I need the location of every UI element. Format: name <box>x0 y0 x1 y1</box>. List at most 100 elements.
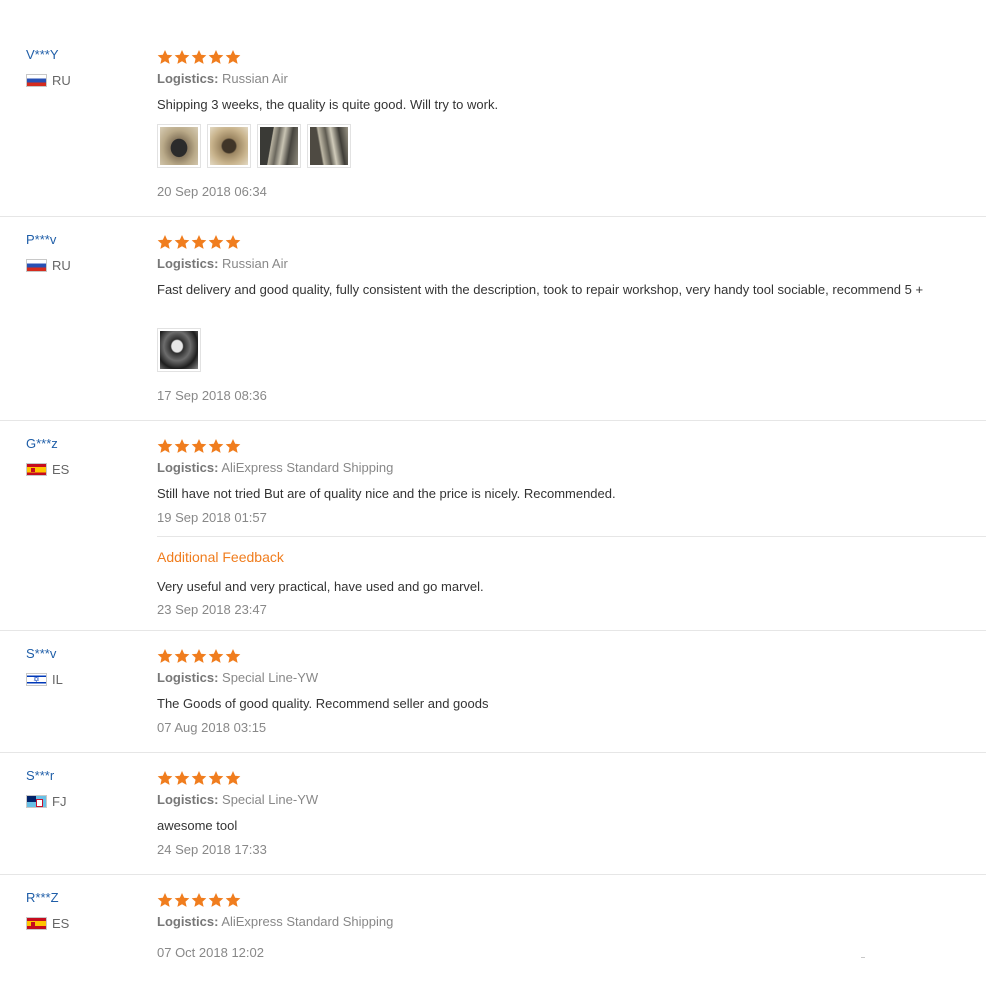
reviewer-country: RU <box>26 258 71 273</box>
reviewer-name[interactable]: R***Z <box>26 890 59 905</box>
review-photo-thumbnail[interactable] <box>157 328 201 372</box>
star-icon <box>225 771 241 785</box>
country-code: RU <box>52 73 71 88</box>
review-photo-thumbnail[interactable] <box>207 124 251 168</box>
review-date: 24 Sep 2018 17:33 <box>157 842 267 857</box>
logistics-method: Russian Air <box>222 71 288 86</box>
spain-flag-icon <box>26 917 47 930</box>
product-photo <box>210 127 248 165</box>
star-icon <box>191 893 207 907</box>
star-icon <box>174 439 190 453</box>
star-icon <box>174 50 190 64</box>
reviewer-name[interactable]: P***v <box>26 232 56 247</box>
star-icon <box>191 235 207 249</box>
reviewer-country: RU <box>26 73 71 88</box>
star-icon <box>225 235 241 249</box>
review-photos <box>157 328 201 372</box>
review-date: 07 Oct 2018 12:02 <box>157 945 264 960</box>
star-icon <box>191 50 207 64</box>
logistics-info: Logistics: AliExpress Standard Shipping <box>157 460 393 475</box>
star-icon <box>225 50 241 64</box>
star-rating <box>157 49 241 65</box>
review-photos <box>157 124 351 168</box>
review-text: Shipping 3 weeks, the quality is quite g… <box>157 97 499 112</box>
star-icon <box>208 649 224 663</box>
reviewer-country: IL <box>26 672 63 687</box>
spain-flag-icon <box>26 463 47 476</box>
review-date: 07 Aug 2018 03:15 <box>157 720 267 735</box>
star-icon <box>191 439 207 453</box>
review-divider <box>0 630 986 631</box>
star-icon <box>174 649 190 663</box>
additional-feedback-divider <box>157 536 986 537</box>
reviewer-country: ES <box>26 462 69 477</box>
review-divider <box>0 216 986 217</box>
israel-flag-icon <box>26 673 47 686</box>
review-divider <box>0 874 986 875</box>
additional-feedback-title: Additional Feedback <box>157 549 284 565</box>
review-text: Still have not tried But are of quality … <box>157 486 616 501</box>
logistics-method: Russian Air <box>222 256 288 271</box>
review-text: awesome tool <box>157 818 238 833</box>
star-icon <box>225 649 241 663</box>
star-icon <box>157 771 173 785</box>
star-icon <box>208 235 224 249</box>
star-rating <box>157 438 241 454</box>
logistics-method: AliExpress Standard Shipping <box>221 460 394 475</box>
decorative-mark <box>861 957 865 958</box>
star-rating <box>157 648 241 664</box>
review-text: The Goods of good quality. Recommend sel… <box>157 696 489 711</box>
russia-flag-icon <box>26 74 47 87</box>
product-photo <box>310 127 348 165</box>
reviewer-name[interactable]: V***Y <box>26 47 59 62</box>
review-date: 19 Sep 2018 01:57 <box>157 510 267 525</box>
additional-feedback-date: 23 Sep 2018 23:47 <box>157 602 267 617</box>
star-icon <box>208 771 224 785</box>
review-text: Fast delivery and good quality, fully co… <box>157 282 924 297</box>
logistics-info: Logistics: Russian Air <box>157 256 288 271</box>
logistics-info: Logistics: Special Line-YW <box>157 670 318 685</box>
reviewer-country: ES <box>26 916 69 931</box>
reviewer-name[interactable]: S***r <box>26 768 54 783</box>
logistics-info: Logistics: AliExpress Standard Shipping <box>157 914 393 929</box>
star-icon <box>225 893 241 907</box>
country-code: IL <box>52 672 63 687</box>
logistics-method: AliExpress Standard Shipping <box>221 914 394 929</box>
star-rating <box>157 770 241 786</box>
review-divider <box>0 752 986 753</box>
review-photo-thumbnail[interactable] <box>157 124 201 168</box>
star-rating <box>157 234 241 250</box>
star-icon <box>174 235 190 249</box>
star-icon <box>208 50 224 64</box>
star-icon <box>157 649 173 663</box>
review-date: 17 Sep 2018 08:36 <box>157 388 267 403</box>
review-photo-thumbnail[interactable] <box>307 124 351 168</box>
logistics-label: Logistics: <box>157 71 219 86</box>
review-photo-thumbnail[interactable] <box>257 124 301 168</box>
star-icon <box>191 771 207 785</box>
logistics-method: Special Line-YW <box>222 670 319 685</box>
logistics-info: Logistics: Special Line-YW <box>157 792 318 807</box>
reviewer-name[interactable]: G***z <box>26 436 58 451</box>
logistics-method: Special Line-YW <box>222 792 319 807</box>
star-icon <box>157 235 173 249</box>
country-code: RU <box>52 258 71 273</box>
star-icon <box>157 50 173 64</box>
star-icon <box>225 439 241 453</box>
country-code: FJ <box>52 794 67 809</box>
country-code: ES <box>52 916 70 931</box>
logistics-label: Logistics: <box>157 670 219 685</box>
star-icon <box>208 439 224 453</box>
star-icon <box>157 439 173 453</box>
russia-flag-icon <box>26 259 47 272</box>
star-icon <box>191 649 207 663</box>
reviewer-name[interactable]: S***v <box>26 646 56 661</box>
product-photo <box>260 127 298 165</box>
star-icon <box>174 893 190 907</box>
logistics-label: Logistics: <box>157 792 219 807</box>
product-photo <box>160 127 198 165</box>
fiji-flag-icon <box>26 795 47 808</box>
product-photo <box>160 331 198 369</box>
star-icon <box>157 893 173 907</box>
logistics-label: Logistics: <box>157 460 219 475</box>
